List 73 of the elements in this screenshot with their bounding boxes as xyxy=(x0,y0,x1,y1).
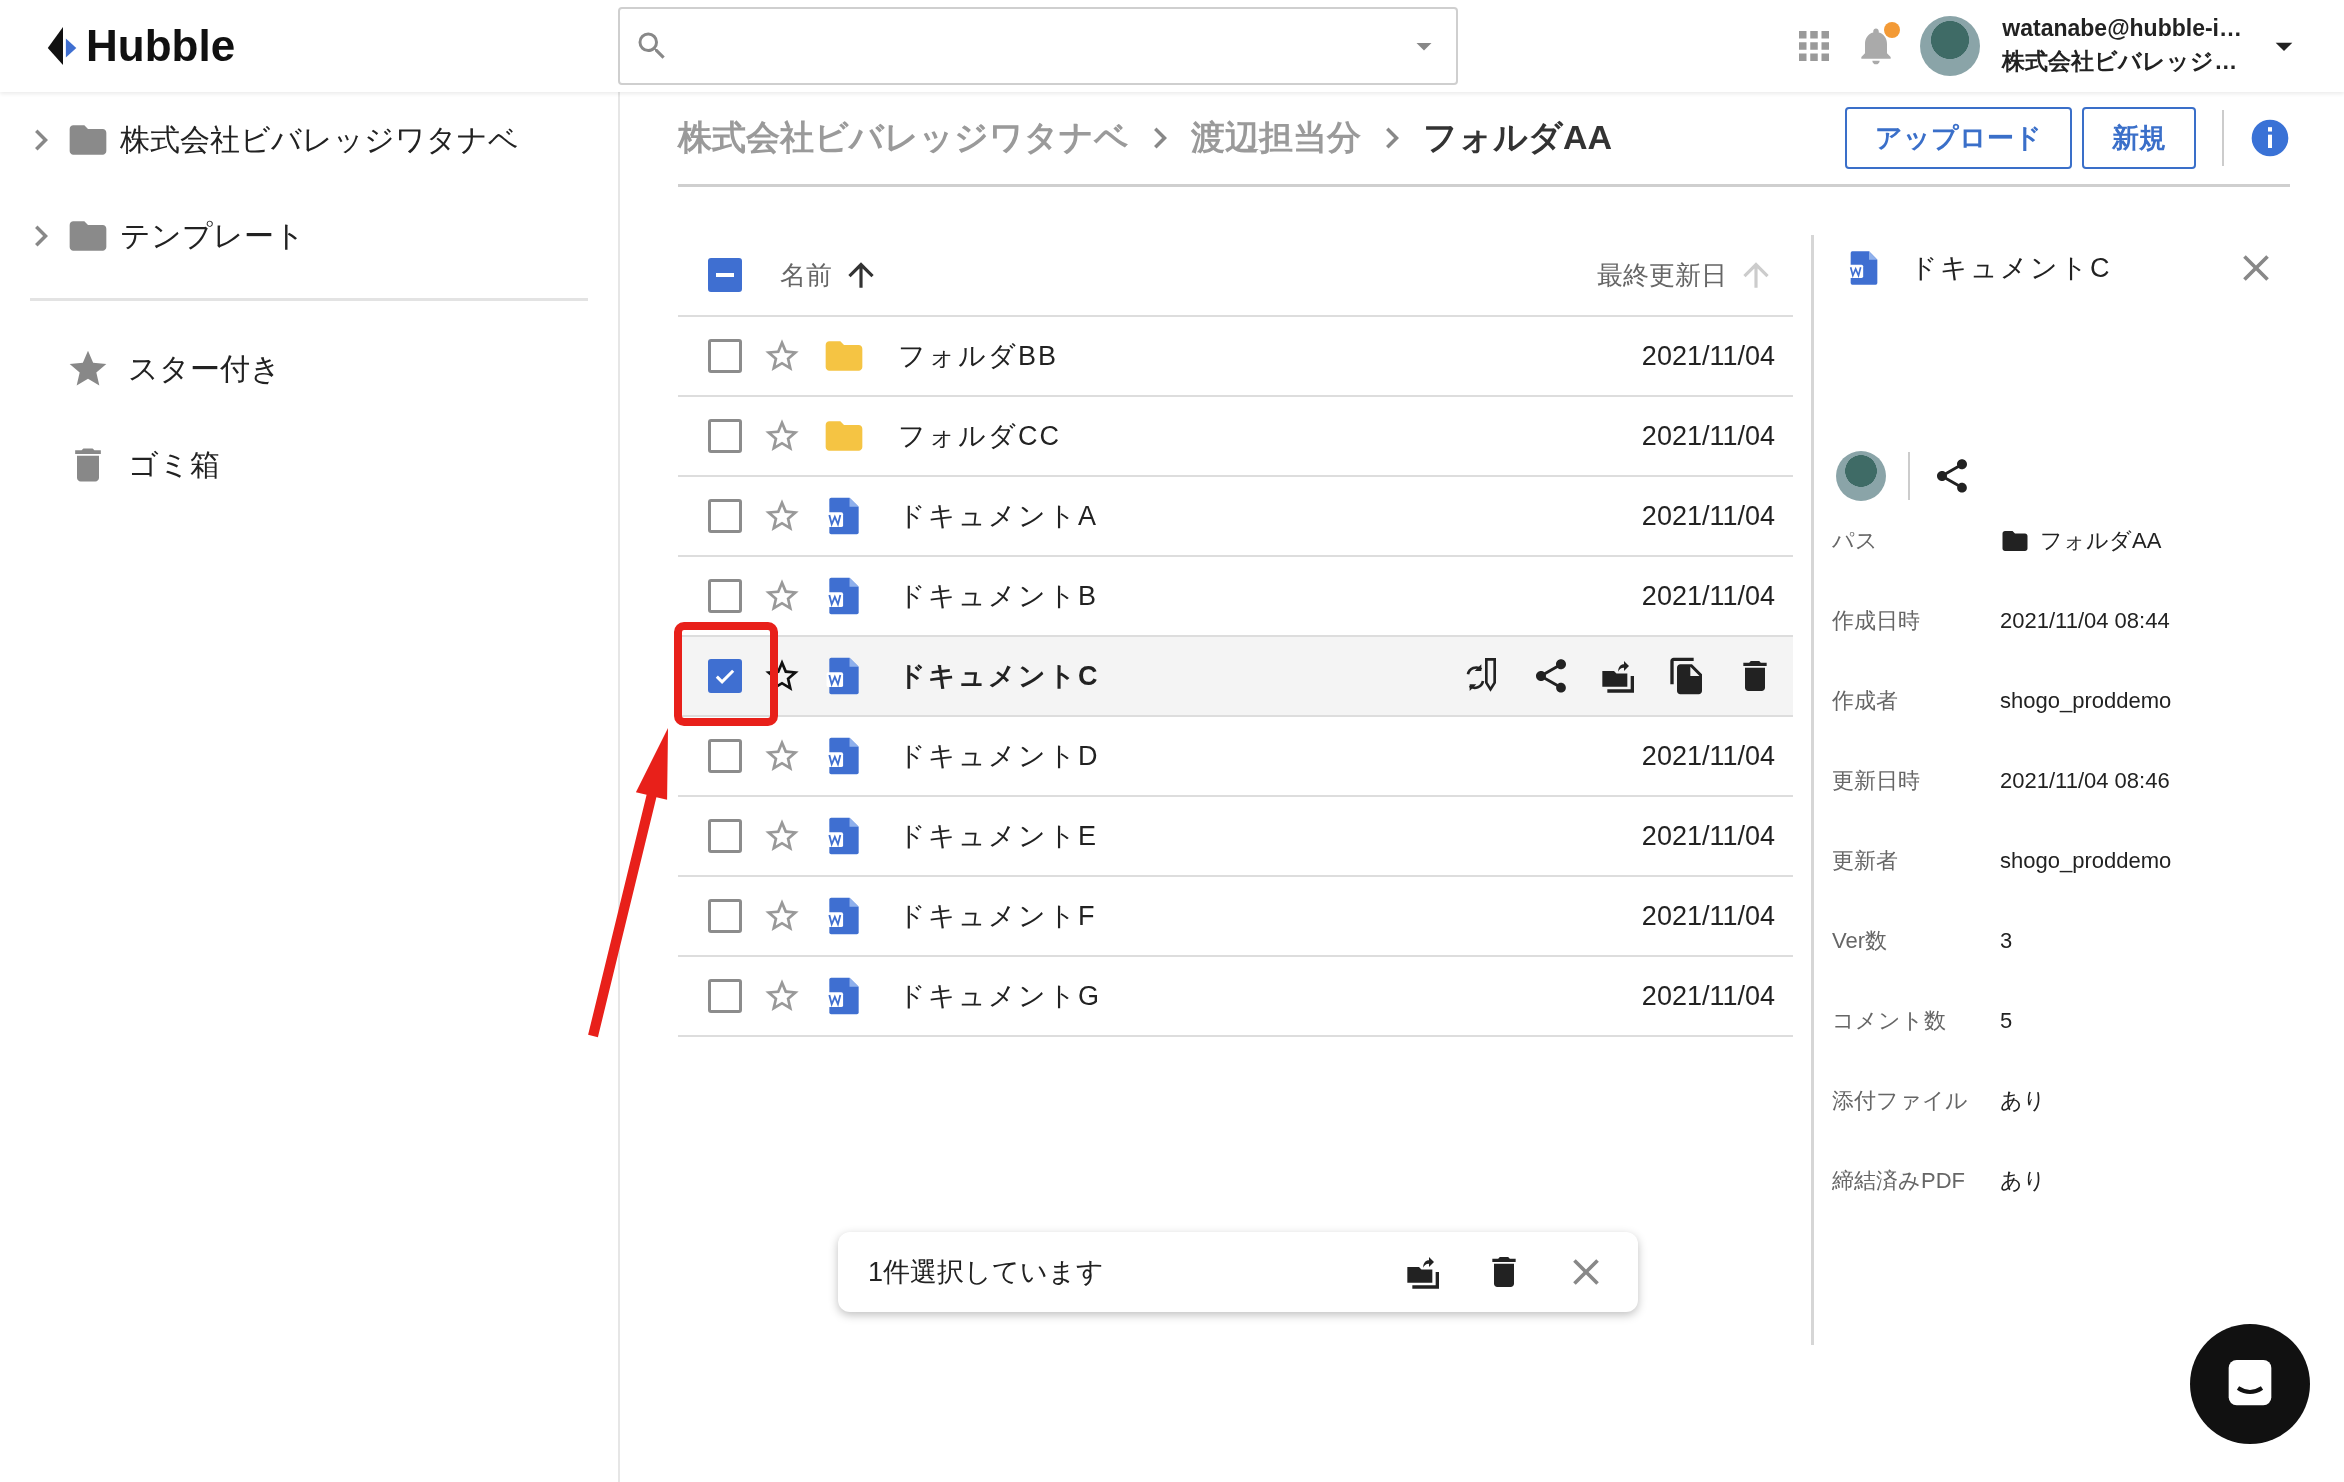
file-name: ドキュメントB xyxy=(898,580,1098,613)
modified-date: 2021/11/04 xyxy=(1641,580,1775,612)
field-label: コメント数 xyxy=(1832,1007,1947,1035)
file-name: ドキュメントG xyxy=(898,980,1101,1013)
file-name: ドキュメントC xyxy=(898,660,1100,693)
file-name: ドキュメントF xyxy=(898,900,1097,933)
row-checkbox[interactable] xyxy=(708,739,742,773)
field-value: 5 xyxy=(2000,1008,2013,1034)
file-row[interactable]: ドキュメントA 2021/11/04 xyxy=(678,477,1793,557)
file-row[interactable]: ドキュメントF 2021/11/04 xyxy=(678,877,1793,957)
file-row[interactable]: ドキュメントE 2021/11/04 xyxy=(678,797,1793,877)
info-icon[interactable] xyxy=(2250,118,2290,158)
select-all-checkbox[interactable] xyxy=(708,258,742,292)
modified-date: 2021/11/04 xyxy=(1641,500,1775,532)
field-value: shogo_proddemo xyxy=(2000,688,2172,714)
folder-tree-item[interactable]: 株式会社ビバレッジワタナベ xyxy=(26,92,588,188)
row-checkbox[interactable] xyxy=(708,979,742,1013)
expand-chevron-icon[interactable] xyxy=(34,225,48,247)
file-row[interactable]: ドキュメントG 2021/11/04 xyxy=(678,957,1793,1037)
field-value: 2021/11/04 08:46 xyxy=(2000,768,2170,794)
app-name: Hubble xyxy=(86,21,236,71)
field-value: 3 xyxy=(2000,928,2013,954)
modified-date: 2021/11/04 xyxy=(1641,820,1775,852)
field-label: Ver数 xyxy=(1832,927,1889,955)
name-column-header[interactable]: 名前 xyxy=(780,257,832,293)
breadcrumb-chevron-icon xyxy=(1153,127,1167,149)
file-row[interactable]: フォルダCC 2021/11/04 xyxy=(678,397,1793,477)
field-value: フォルダAA xyxy=(2040,527,2162,555)
user-email: watanabe@hubble-i… xyxy=(2002,15,2242,42)
file-name: ドキュメントE xyxy=(898,820,1098,853)
row-checkbox[interactable] xyxy=(708,579,742,613)
row-checkbox[interactable] xyxy=(708,899,742,933)
owner-avatar xyxy=(1836,451,1886,501)
user-company: 株式会社ビバレッジ… xyxy=(2002,47,2239,76)
upload-button[interactable]: アップロード xyxy=(1845,107,2072,169)
field-label: パス xyxy=(1832,527,1879,555)
breadcrumb-chevron-icon xyxy=(1385,127,1399,149)
file-name: ドキュメントD xyxy=(898,740,1100,773)
field-label: 添付ファイル xyxy=(1832,1087,1969,1115)
file-name: フォルダCC xyxy=(898,420,1061,453)
field-value: あり xyxy=(2000,1167,2046,1195)
field-label: 締結済みPDF xyxy=(1832,1167,1966,1195)
row-checkbox[interactable] xyxy=(708,819,742,853)
modified-date: 2021/11/04 xyxy=(1641,900,1775,932)
field-label: 作成日時 xyxy=(1832,607,1921,635)
details-title: ドキュメントC xyxy=(1910,252,2112,285)
modified-date: 2021/11/04 xyxy=(1641,420,1775,452)
field-label: 作成者 xyxy=(1832,687,1899,715)
field-value: あり xyxy=(2000,1087,2046,1115)
file-name: ドキュメントA xyxy=(898,500,1098,533)
field-value: shogo_proddemo xyxy=(2000,848,2172,874)
row-checkbox[interactable] xyxy=(708,339,742,373)
field-label: 更新日時 xyxy=(1832,767,1921,795)
modified-date: 2021/11/04 xyxy=(1641,980,1775,1012)
sidebar-nav-item[interactable]: スター付き xyxy=(26,321,588,417)
date-column-header[interactable]: 最終更新日 xyxy=(1597,257,1727,293)
field-value: 2021/11/04 08:44 xyxy=(2000,608,2170,634)
breadcrumb-link[interactable]: フォルダAA xyxy=(1423,115,1613,161)
modified-date: 2021/11/04 xyxy=(1641,340,1775,372)
modified-date: 2021/11/04 xyxy=(1641,740,1775,772)
row-checkbox[interactable] xyxy=(708,419,742,453)
selection-count: 1件選択しています xyxy=(868,1256,1105,1289)
new-button[interactable]: 新規 xyxy=(2082,107,2196,169)
file-row[interactable]: フォルダBB 2021/11/04 xyxy=(678,317,1793,397)
row-checkbox[interactable] xyxy=(708,499,742,533)
expand-chevron-icon[interactable] xyxy=(34,129,48,151)
folder-tree-item[interactable]: テンプレート xyxy=(26,188,588,284)
file-row[interactable]: ドキュメントD 2021/11/04 xyxy=(678,717,1793,797)
file-name: フォルダBB xyxy=(898,340,1059,373)
row-checkbox[interactable] xyxy=(708,659,742,693)
search-field[interactable] xyxy=(618,7,1458,85)
sidebar-nav-item[interactable]: ゴミ箱 xyxy=(26,417,588,513)
field-label: 更新者 xyxy=(1832,847,1899,875)
